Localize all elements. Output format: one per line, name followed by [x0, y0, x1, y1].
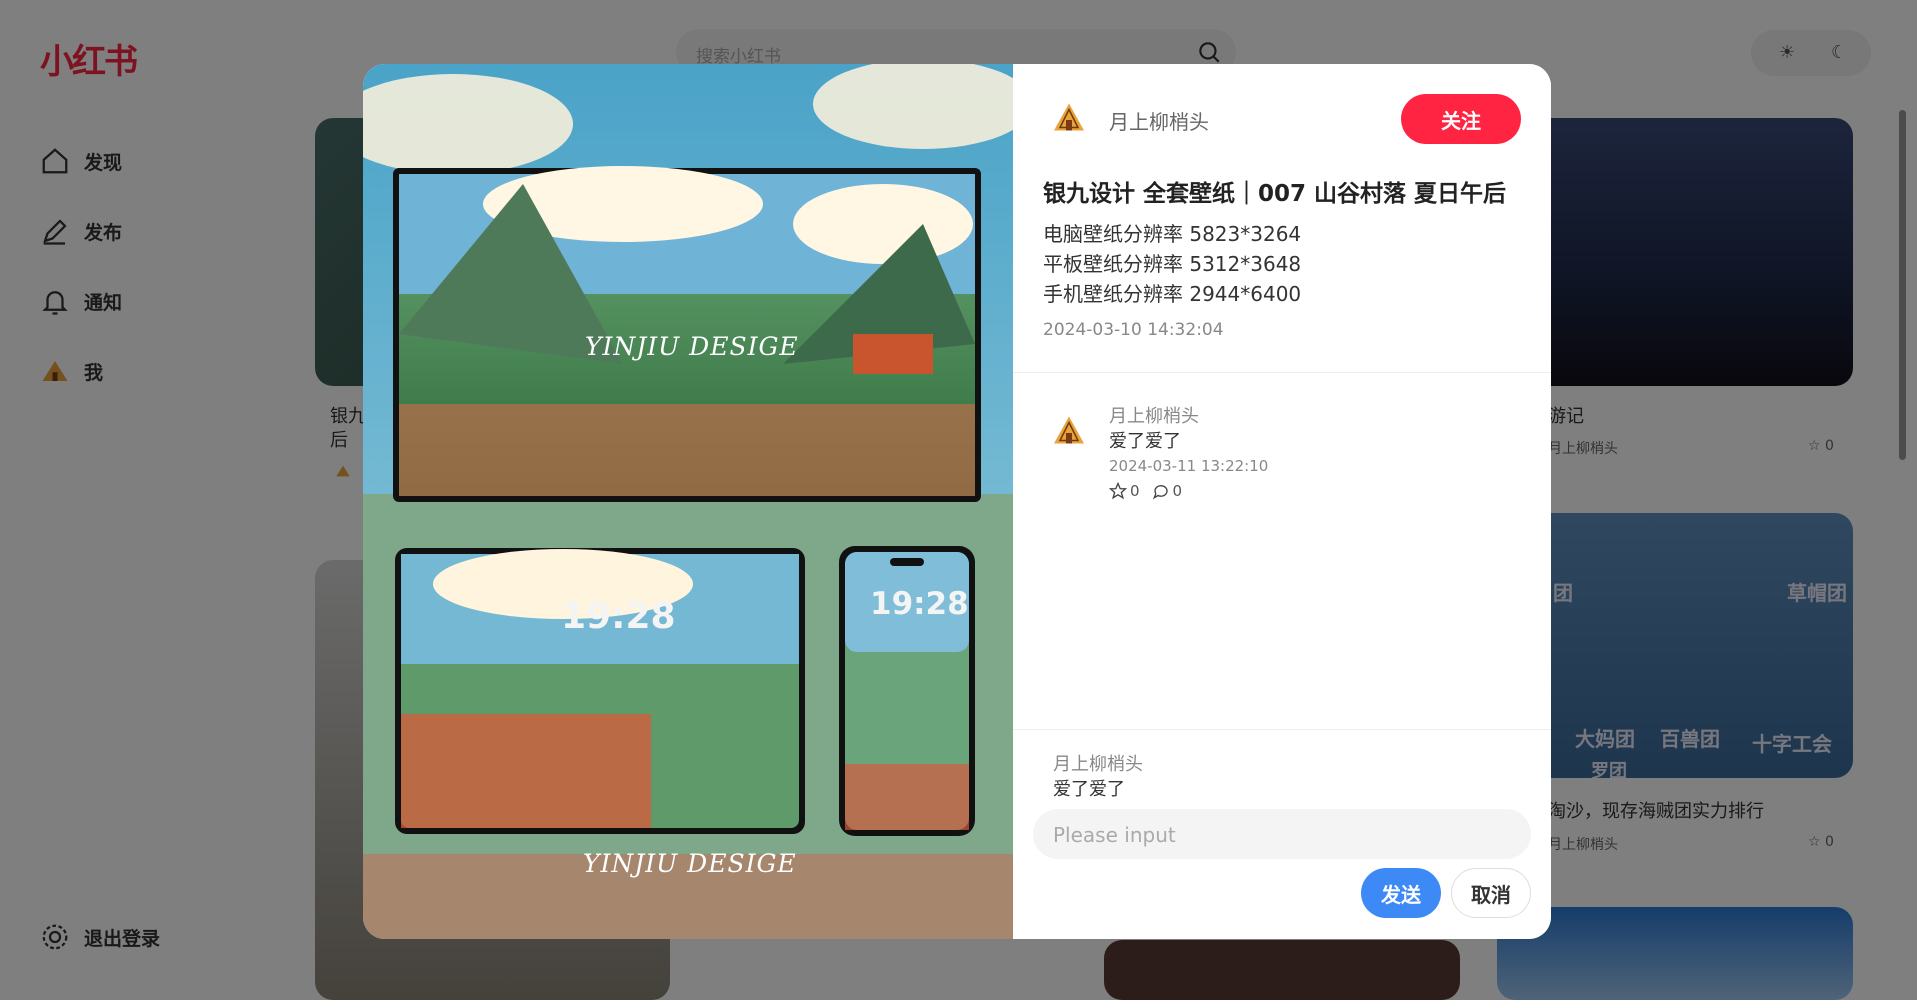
- divider: [1013, 372, 1551, 373]
- comment-item: 月上柳梢头 爱了爱了 2024-03-11 13:22:10 0 0: [1013, 394, 1551, 514]
- comment-timestamp: 2024-03-11 13:22:10: [1109, 457, 1269, 475]
- image-caption: YINJIU DESIGE: [583, 849, 797, 878]
- cancel-button[interactable]: 取消: [1451, 868, 1531, 918]
- phone-clock: 19:28: [870, 586, 969, 622]
- comment-like-count: 0: [1130, 482, 1140, 500]
- tablet-clock: 19:28: [561, 596, 676, 637]
- post-title: 银九设计 全套壁纸｜007 山谷村落 夏日午后: [1043, 181, 1507, 207]
- post-desc-line: 电脑壁纸分辨率 5823*3264: [1043, 222, 1302, 246]
- commenter-name[interactable]: 月上柳梢头: [1109, 402, 1199, 428]
- comment-text: 爱了爱了: [1109, 431, 1181, 452]
- send-button[interactable]: 发送: [1361, 868, 1441, 918]
- comment-input[interactable]: Please input: [1033, 809, 1531, 859]
- comment-input-placeholder: Please input: [1053, 823, 1176, 847]
- post-desc-line: 平板壁纸分辨率 5312*3648: [1043, 252, 1302, 276]
- post-desc-line: 手机壁纸分辨率 2944*6400: [1043, 282, 1302, 306]
- author-avatar-icon[interactable]: [1051, 99, 1087, 135]
- author-name[interactable]: 月上柳梢头: [1109, 106, 1209, 135]
- comment-bubble-icon[interactable]: [1152, 482, 1170, 500]
- divider: [1013, 729, 1551, 730]
- post-image[interactable]: [363, 64, 1013, 939]
- author-row: 月上柳梢头 关注: [1013, 64, 1551, 174]
- post-detail-modal: YINJIU DESIGE 19:28 19:28 YINJIU DESIGE …: [363, 64, 1551, 939]
- comment-actions: 0 0: [1109, 482, 1182, 500]
- image-caption: YINJIU DESIGE: [585, 332, 799, 361]
- follow-button[interactable]: 关注: [1401, 94, 1521, 144]
- comment-reply-count: 0: [1172, 482, 1183, 500]
- star-icon[interactable]: [1109, 482, 1127, 500]
- post-timestamp: 2024-03-10 14:32:04: [1043, 320, 1224, 340]
- reply-target-text: 爱了爱了: [1053, 779, 1125, 800]
- reply-target-name: 月上柳梢头: [1053, 754, 1143, 775]
- post-detail-panel: 月上柳梢头 关注 银九设计 全套壁纸｜007 山谷村落 夏日午后 电脑壁纸分辨率…: [1013, 64, 1551, 939]
- commenter-avatar-icon[interactable]: [1051, 412, 1087, 448]
